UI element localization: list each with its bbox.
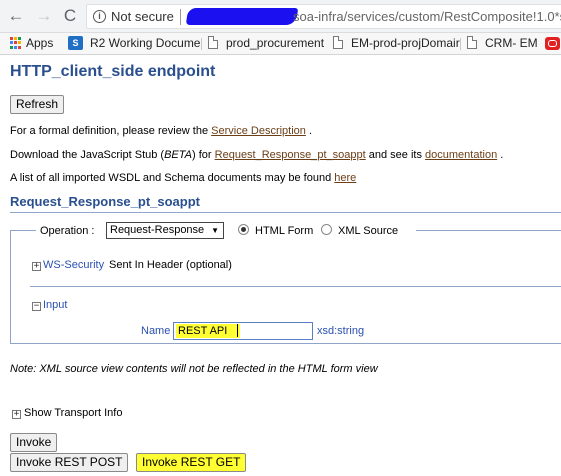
page-icon [467,36,477,49]
redaction-mark [185,8,299,25]
name-input[interactable]: REST API [173,322,313,340]
info-icon[interactable]: i [93,10,106,23]
xml-note: Note: XML source view contents will not … [10,363,378,375]
here-link[interactable]: here [334,172,356,184]
para3-prefix: A list of all imported WSDL and Schema d… [10,172,335,184]
section-divider [10,212,561,213]
wsdl-list-text: A list of all imported WSDL and Schema d… [10,172,356,184]
omnibox-divider [180,9,181,25]
page-title: HTTP_client_side endpoint [10,63,216,80]
invoke-rest-post-button[interactable]: Invoke REST POST [10,453,129,472]
ws-security-link[interactable]: WS-Security [43,259,104,271]
page-icon [208,36,218,49]
address-bar: ← → C i Not secure soa-infra/services/cu… [0,0,561,33]
r2-icon: S [68,36,83,50]
operation-value: Request-Response [110,224,205,236]
para2-mid: ) for [192,149,215,161]
operation-select[interactable]: Request-Response ▼ [106,222,224,239]
back-arrow-icon[interactable]: ← [6,6,26,26]
operation-label: Operation : [40,225,95,237]
refresh-button[interactable]: Refresh [10,95,65,114]
name-type-label: xsd:string [317,325,365,337]
security-label[interactable]: Not secure [111,9,174,24]
xml-source-radio[interactable] [321,224,332,235]
service-description-link[interactable]: Service Description [211,125,306,137]
beta-label: BETA [164,149,193,161]
apps-grid-icon[interactable] [10,37,22,49]
show-transport-info[interactable]: Show Transport Info [24,407,122,419]
url-field[interactable]: i Not secure soa-infra/services/custom/R… [86,4,561,29]
html-form-label[interactable]: HTML Form [255,225,313,237]
url-text[interactable]: soa-infra/services/custom/RestComposite!… [293,9,561,24]
documentation-link[interactable]: documentation [425,149,497,161]
para1-suffix: . [305,125,313,137]
xml-source-label[interactable]: XML Source [338,225,398,237]
bookmark-separator [201,38,202,50]
bookmark-separator [460,38,461,50]
collapse-minus-icon[interactable]: − [32,302,41,311]
bookmarks-bar: Apps S R2 Working Docume prod_procuremen… [0,33,561,55]
para1-prefix: For a formal definition, please review t… [10,125,212,137]
oracle-icon[interactable] [545,37,560,50]
service-description-text: For a formal definition, please review t… [10,125,312,137]
form-divider [30,286,561,287]
bookmark-em-prod-proj-domain[interactable]: EM-prod-projDomair [351,36,460,50]
operation-legend: Operation : Request-Response ▼ HTML Form… [36,222,416,239]
refresh-label: Refresh [16,97,59,111]
request-response-stub-link[interactable]: Request_Response_pt_soappt [215,149,366,161]
bookmark-crm-em[interactable]: CRM- EM [485,36,538,50]
input-link[interactable]: Input [43,299,67,311]
para2-mid2: and see its [365,149,426,161]
html-form-radio[interactable] [238,224,249,235]
invoke-rest-get-button[interactable]: Invoke REST GET [136,453,247,472]
page-icon [333,36,343,49]
bookmark-apps[interactable]: Apps [26,36,53,50]
section-title: Request_Response_pt_soappt [10,194,200,209]
ws-security-text: Sent In Header (optional) [109,259,232,271]
name-input-value: REST API [176,324,240,338]
bookmark-prod-procurement[interactable]: prod_procurement [226,36,324,50]
dropdown-arrow-icon: ▼ [211,226,219,235]
text-caret [237,324,238,337]
bookmark-r2-working-docs[interactable]: R2 Working Docume [90,36,200,50]
expand-plus-icon[interactable]: + [32,262,41,271]
para2-suffix: . [497,149,504,161]
forward-arrow-icon[interactable]: → [34,6,54,26]
javascript-stub-text: Download the JavaScript Stub (BETA) for … [10,149,503,161]
reload-icon[interactable]: C [60,6,80,26]
name-label: Name [141,325,171,337]
para2-prefix: Download the JavaScript Stub ( [10,149,165,161]
expand-plus-icon[interactable]: + [12,410,21,419]
invoke-button[interactable]: Invoke [10,433,58,452]
